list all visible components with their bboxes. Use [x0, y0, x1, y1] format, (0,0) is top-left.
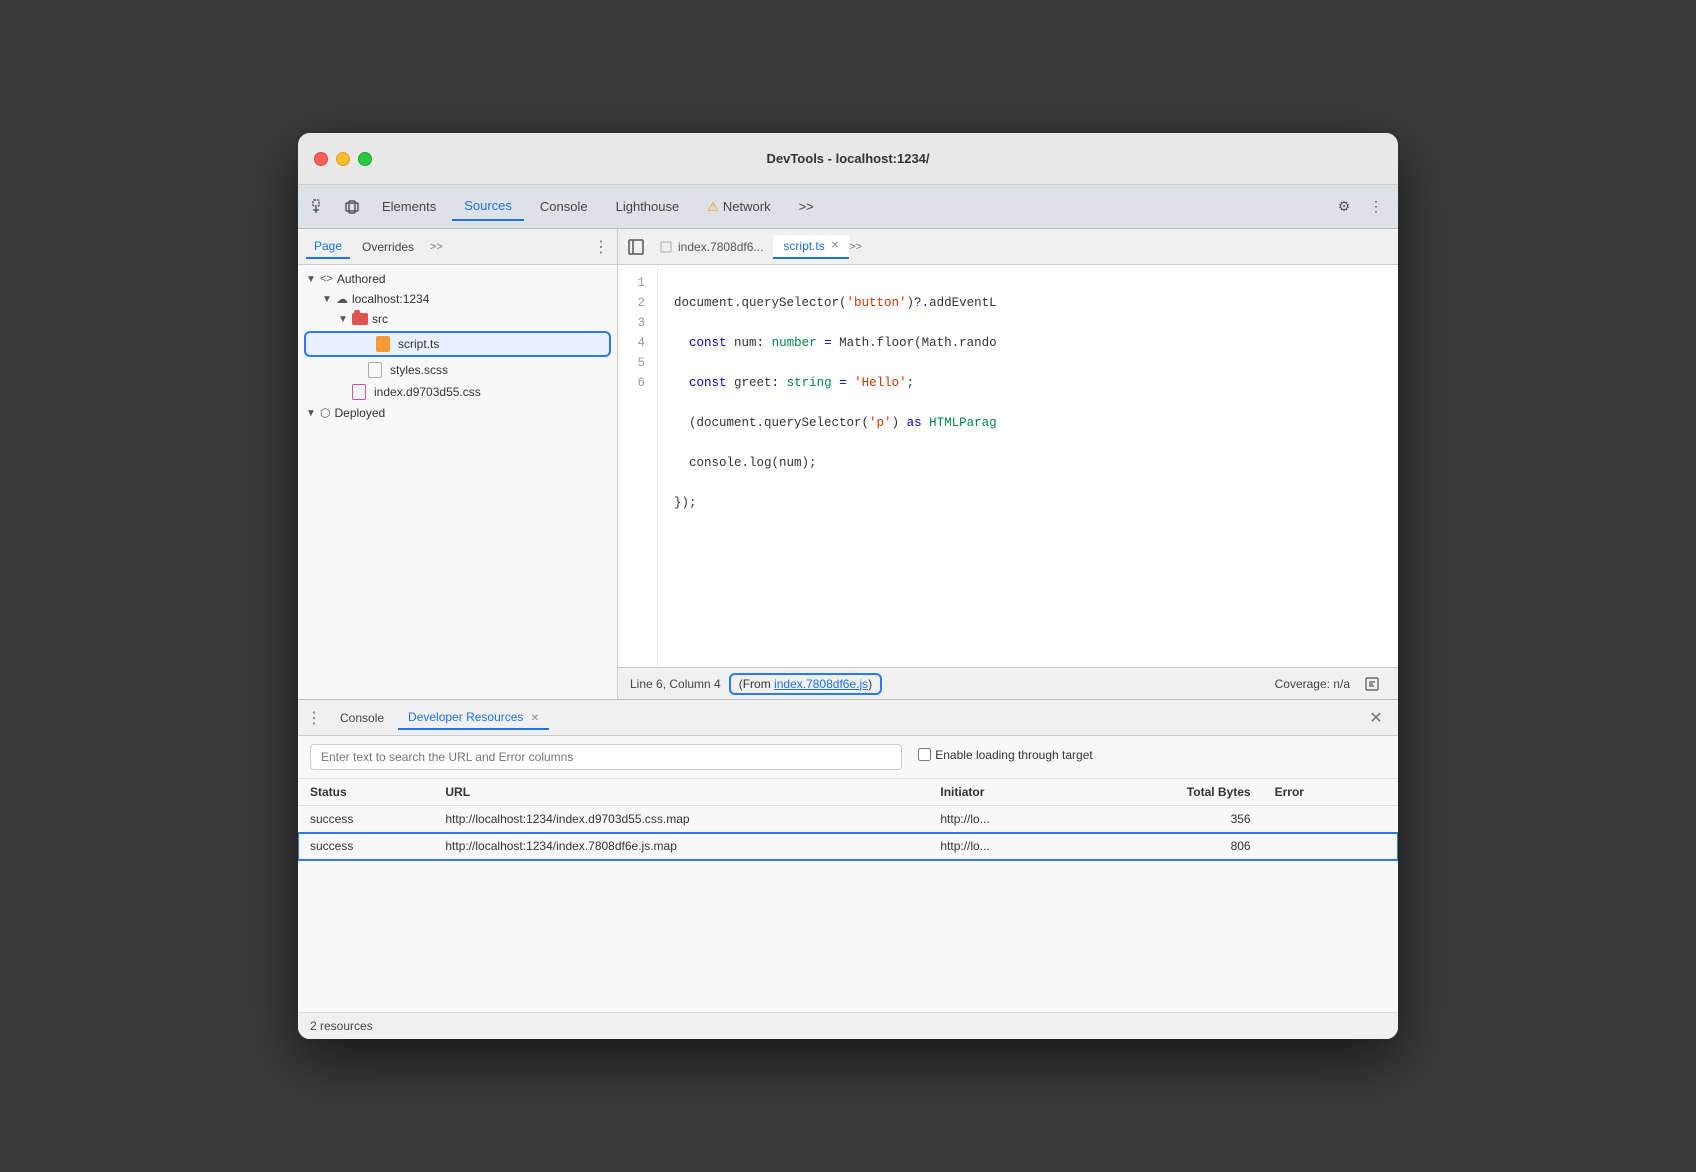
search-input[interactable]: [310, 744, 902, 770]
table-row[interactable]: success http://localhost:1234/index.d970…: [298, 806, 1398, 833]
ts-file-icon: [376, 336, 390, 352]
header-url: URL: [433, 779, 928, 806]
row1-url: http://localhost:1234/index.d9703d55.css…: [433, 806, 928, 833]
table-row[interactable]: success http://localhost:1234/index.7808…: [298, 833, 1398, 860]
tab-console-bottom[interactable]: Console: [330, 707, 394, 729]
search-bar: Enable loading through target: [298, 736, 1398, 779]
resources-table: Status URL Initiator Total Bytes Error s…: [298, 779, 1398, 860]
bottom-panel-menu-icon[interactable]: ⋮: [306, 708, 322, 728]
cube-icon: ⬡: [320, 406, 330, 420]
enable-loading-checkbox[interactable]: [918, 748, 931, 761]
tab-elements[interactable]: Elements: [370, 193, 448, 221]
row1-bytes: 356: [1093, 806, 1262, 833]
maximize-button[interactable]: [358, 152, 372, 166]
tree-arrow-deployed: ▼: [306, 408, 316, 419]
editor-sidebar-toggle[interactable]: [622, 233, 650, 261]
inspect-element-icon[interactable]: [306, 193, 334, 221]
file-tree: ▼ <> Authored ▼ ☁ localhost:1234 ▼ src: [298, 265, 617, 699]
resources-footer: 2 resources: [298, 1012, 1398, 1039]
code-editor: 1 2 3 4 5 6 document.querySelector('butt…: [618, 265, 1398, 667]
tab-overrides[interactable]: Overrides: [354, 236, 422, 258]
window-title: DevTools - localhost:1234/: [766, 151, 929, 166]
tree-item-index-css[interactable]: index.d9703d55.css: [298, 381, 617, 403]
tab-console[interactable]: Console: [528, 193, 600, 221]
row1-initiator: http://lo...: [928, 806, 1093, 833]
tree-item-authored[interactable]: ▼ <> Authored: [298, 269, 617, 289]
header-total-bytes: Total Bytes: [1093, 779, 1262, 806]
bottom-panel-tabs: ⋮ Console Developer Resources ✕ ✕: [298, 700, 1398, 736]
header-initiator: Initiator: [928, 779, 1093, 806]
tree-arrow-src: ▼: [338, 314, 348, 325]
resources-table-wrapper: Status URL Initiator Total Bytes Error s…: [298, 779, 1398, 1012]
close-bottom-panel-icon[interactable]: ✕: [1362, 704, 1390, 732]
row2-status: success: [298, 833, 433, 860]
close-button[interactable]: [314, 152, 328, 166]
traffic-lights: [314, 152, 372, 166]
tab-more[interactable]: >>: [787, 193, 826, 221]
tab-index-js[interactable]: index.7808df6...: [650, 236, 773, 258]
source-map-link[interactable]: index.7808df6e.js: [774, 677, 868, 691]
editor-more-tabs[interactable]: >>: [849, 241, 862, 253]
main-content: Page Overrides >> ⋮ ▼ <> Authored ▼ ☁: [298, 229, 1398, 699]
header-error: Error: [1263, 779, 1398, 806]
tree-arrow-localhost: ▼: [322, 294, 332, 305]
tree-item-styles-scss[interactable]: styles.scss: [298, 359, 617, 381]
format-icon[interactable]: [1358, 670, 1386, 698]
tree-item-src[interactable]: ▼ src: [298, 309, 617, 329]
panel-more-tabs[interactable]: >>: [430, 241, 443, 253]
row1-error: [1263, 806, 1398, 833]
close-developer-resources-icon[interactable]: ✕: [531, 713, 539, 724]
device-toggle-icon[interactable]: [338, 193, 366, 221]
devtools-window: DevTools - localhost:1234/ Elements Sour…: [298, 133, 1398, 1039]
tree-item-deployed[interactable]: ▼ ⬡ Deployed: [298, 403, 617, 423]
tree-item-localhost[interactable]: ▼ ☁ localhost:1234: [298, 289, 617, 309]
minimize-button[interactable]: [336, 152, 350, 166]
tab-page[interactable]: Page: [306, 235, 350, 259]
tab-lighthouse[interactable]: Lighthouse: [604, 193, 692, 221]
row2-bytes: 806: [1093, 833, 1262, 860]
editor-tabs: index.7808df6... script.ts ✕ >>: [618, 229, 1398, 265]
right-panel: index.7808df6... script.ts ✕ >> 1 2 3 4 …: [618, 229, 1398, 699]
row2-url: http://localhost:1234/index.7808df6e.js.…: [433, 833, 928, 860]
line-numbers: 1 2 3 4 5 6: [618, 265, 658, 667]
tab-script-ts[interactable]: script.ts ✕: [773, 235, 849, 259]
close-script-ts-icon[interactable]: ✕: [831, 240, 839, 251]
more-options-icon[interactable]: ⋮: [1362, 193, 1390, 221]
tree-item-script-ts[interactable]: script.ts: [304, 331, 611, 357]
source-map-from-box: (From index.7808df6e.js): [729, 673, 882, 695]
tab-developer-resources[interactable]: Developer Resources ✕: [398, 706, 549, 730]
header-status: Status: [298, 779, 433, 806]
from-label: (From: [739, 677, 774, 691]
warning-icon: ⚠: [707, 199, 719, 215]
table-header-row: Status URL Initiator Total Bytes Error: [298, 779, 1398, 806]
cursor-position: Line 6, Column 4: [630, 677, 721, 691]
tree-arrow-authored: ▼: [306, 274, 316, 285]
coverage-text: Coverage: n/a: [1275, 677, 1350, 691]
status-bar: Line 6, Column 4 (From index.7808df6e.js…: [618, 667, 1398, 699]
title-bar: DevTools - localhost:1234/: [298, 133, 1398, 185]
panel-menu-icon[interactable]: ⋮: [593, 237, 609, 257]
code-content: document.querySelector('button')?.addEve…: [658, 265, 1398, 667]
devtools-tabs-bar: Elements Sources Console Lighthouse ⚠ Ne…: [298, 185, 1398, 229]
panel-tabs: Page Overrides >> ⋮: [298, 229, 617, 265]
resources-table-body: success http://localhost:1234/index.d970…: [298, 806, 1398, 860]
scss-file-icon: [368, 362, 382, 378]
enable-loading-label: Enable loading through target: [918, 748, 1092, 762]
code-icon: <>: [320, 273, 333, 285]
left-panel: Page Overrides >> ⋮ ▼ <> Authored ▼ ☁: [298, 229, 618, 699]
tab-network[interactable]: ⚠ Network: [695, 193, 782, 221]
row1-status: success: [298, 806, 433, 833]
row2-error: [1263, 833, 1398, 860]
developer-resources-panel: Enable loading through target Status URL…: [298, 736, 1398, 1039]
tab-sources[interactable]: Sources: [452, 193, 524, 221]
css-file-icon: [352, 384, 366, 400]
settings-icon[interactable]: ⚙: [1330, 193, 1358, 221]
folder-red-icon: [352, 313, 368, 325]
row2-initiator: http://lo...: [928, 833, 1093, 860]
bottom-panel: ⋮ Console Developer Resources ✕ ✕ Enable…: [298, 699, 1398, 1039]
cloud-icon: ☁: [336, 292, 348, 306]
